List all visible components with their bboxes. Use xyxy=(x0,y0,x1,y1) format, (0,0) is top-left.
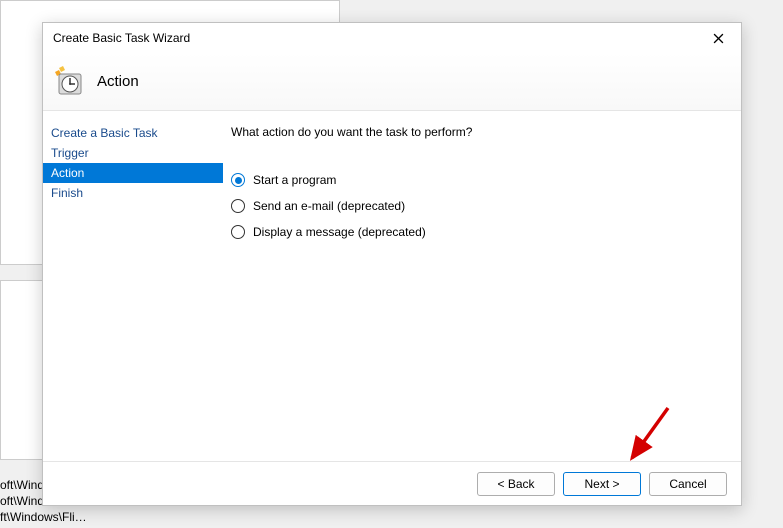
step-action[interactable]: Action xyxy=(43,163,223,183)
back-button[interactable]: < Back xyxy=(477,472,555,496)
clock-wizard-icon xyxy=(53,66,85,98)
option-send-email[interactable]: Send an e-mail (deprecated) xyxy=(231,199,727,213)
wizard-sidebar: Create a Basic Task Trigger Action Finis… xyxy=(43,111,223,461)
wizard-banner: Action xyxy=(43,53,741,111)
prompt-text: What action do you want the task to perf… xyxy=(231,125,727,139)
step-finish[interactable]: Finish xyxy=(43,183,223,203)
banner-heading: Action xyxy=(97,73,139,90)
step-create-basic-task[interactable]: Create a Basic Task xyxy=(43,123,223,143)
radio-label: Start a program xyxy=(253,173,336,187)
close-icon xyxy=(713,33,724,44)
radio-icon xyxy=(231,173,245,187)
wizard-footer: < Back Next > Cancel xyxy=(43,461,741,505)
window-title: Create Basic Task Wizard xyxy=(51,31,703,45)
close-button[interactable] xyxy=(703,26,733,50)
background-text: ft\Windows\Fli… xyxy=(0,510,87,524)
option-start-program[interactable]: Start a program xyxy=(231,173,727,187)
radio-icon xyxy=(231,225,245,239)
titlebar: Create Basic Task Wizard xyxy=(43,23,741,53)
wizard-dialog: Create Basic Task Wizard Action Create a… xyxy=(42,22,742,506)
option-display-message[interactable]: Display a message (deprecated) xyxy=(231,225,727,239)
radio-label: Send an e-mail (deprecated) xyxy=(253,199,405,213)
next-button[interactable]: Next > xyxy=(563,472,641,496)
radio-icon xyxy=(231,199,245,213)
wizard-body: Create a Basic Task Trigger Action Finis… xyxy=(43,111,741,461)
cancel-button[interactable]: Cancel xyxy=(649,472,727,496)
step-trigger[interactable]: Trigger xyxy=(43,143,223,163)
wizard-content: What action do you want the task to perf… xyxy=(223,111,741,461)
radio-label: Display a message (deprecated) xyxy=(253,225,426,239)
